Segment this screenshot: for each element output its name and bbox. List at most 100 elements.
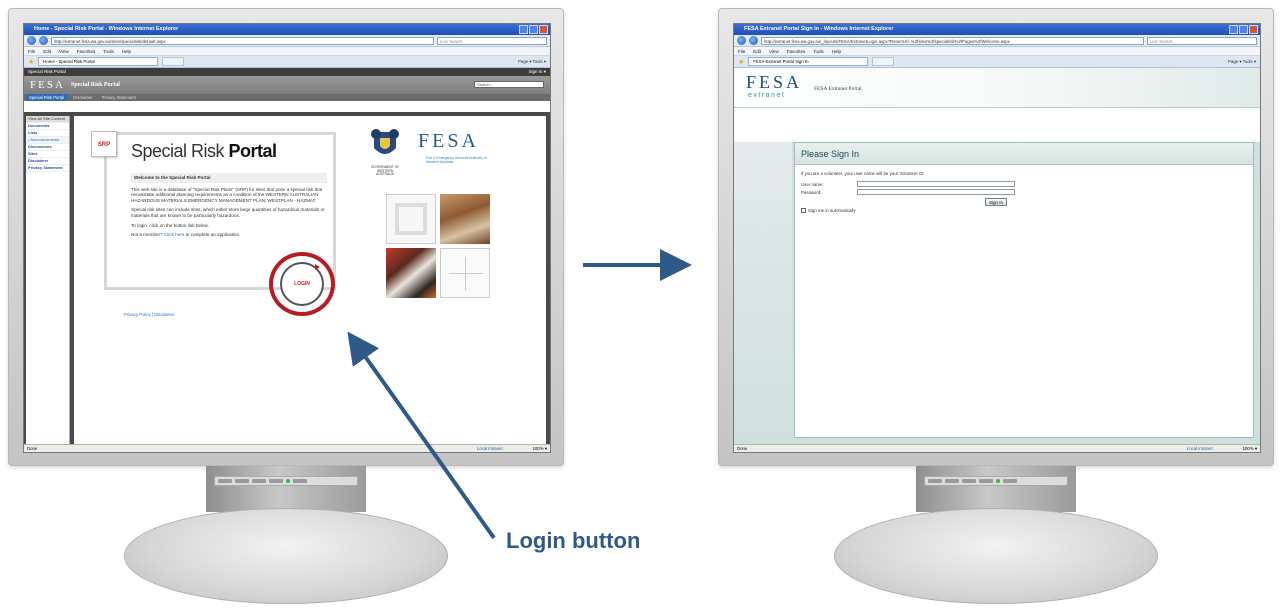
site-top-title: Special Risk Portal [28, 69, 66, 74]
login-highlight-ring [269, 252, 335, 316]
menu-favorites[interactable]: Favorites [787, 47, 806, 55]
tab-row: ★ Home - Special Risk Portal Page ▾ Tool… [24, 56, 550, 68]
menu-favorites[interactable]: Favorites [77, 47, 96, 55]
nav-tab-privacy[interactable]: Privacy Statement [99, 94, 139, 101]
wa-crest-icon [371, 129, 399, 154]
browser-tab[interactable]: Home - Special Risk Portal [38, 57, 159, 66]
new-tab-button[interactable] [162, 57, 185, 66]
menu-tools[interactable]: Tools [103, 47, 114, 55]
status-bar: Done Local intranet 100% ▾ [24, 444, 550, 452]
menu-help[interactable]: Help [832, 47, 841, 55]
status-text: Done [27, 446, 38, 451]
sidebar-item-discussions[interactable]: Discussions [26, 144, 69, 151]
new-tab-button[interactable] [872, 57, 895, 66]
sidebar-item-documents[interactable]: Documents [26, 123, 69, 130]
sign-in-link[interactable]: Sign In ▾ [528, 68, 546, 76]
zoom-level[interactable]: 100% ▾ [1243, 445, 1257, 452]
address-row: http://extranet.fesa.wa.gov.au/sites/spe… [24, 35, 550, 47]
command-bar[interactable]: Page ▾ Tools ▾ [1228, 59, 1256, 65]
close-button[interactable] [1249, 25, 1258, 34]
nav-tab-special-risk-portal[interactable]: Special Risk Portal [26, 94, 68, 101]
live-search-input[interactable]: Live Search [1147, 36, 1257, 45]
member-paragraph: Not a member? Click here to complete an … [131, 232, 327, 238]
portal-title: Special Risk Portal [131, 141, 277, 162]
maximize-button[interactable] [1239, 25, 1248, 34]
monitor-buttons [924, 476, 1068, 486]
username-row: User name: [801, 181, 1247, 187]
minimize-button[interactable] [519, 25, 528, 34]
sidebar-item-disclaimer[interactable]: Disclaimer [26, 158, 69, 165]
menu-edit[interactable]: Edit [43, 47, 51, 55]
footer-links[interactable]: Privacy Policy | Disclaimer [124, 312, 174, 317]
zoom-level[interactable]: 100% ▾ [533, 445, 547, 452]
close-button[interactable] [539, 25, 548, 34]
image-tile-photo-figures [440, 194, 490, 244]
fesa-logo-subtitle: Fire & Emergency Services Authority of W… [426, 156, 487, 164]
extranet-left-panel [734, 142, 792, 444]
username-label: User name: [801, 181, 824, 187]
menu-help[interactable]: Help [122, 47, 131, 55]
menu-tools[interactable]: Tools [813, 47, 824, 55]
remember-checkbox[interactable] [801, 208, 806, 213]
left-screen: Home - Special Risk Portal - Windows Int… [23, 23, 551, 453]
sidebar-item-privacy[interactable]: Privacy Statement [26, 165, 69, 172]
extranet-logo: FESA [746, 72, 803, 92]
menu-view[interactable]: View [59, 47, 69, 55]
address-bar[interactable]: http://extranet.fesa.wa.gov.au/sites/spe… [51, 36, 434, 45]
password-label: Password: [801, 189, 822, 195]
monitor-bezel: FESA Extranet Portal Sign In - Windows I… [718, 8, 1274, 466]
sidebar-item-sites[interactable]: Sites [26, 151, 69, 158]
monitor-stand-base [834, 508, 1158, 604]
sidebar-item-lists[interactable]: Lists [26, 130, 69, 137]
menu-bar: File Edit View Favorites Tools Help [734, 47, 1260, 56]
minimize-button[interactable] [1229, 25, 1238, 34]
menu-file[interactable]: File [28, 47, 35, 55]
sidebar-item-announcements[interactable]: • Announcements [26, 137, 69, 144]
live-search-input[interactable]: Live Search [437, 36, 547, 45]
extranet-body: Please Sign In If you are a volunteer, y… [734, 142, 1260, 444]
forward-button[interactable] [749, 36, 758, 45]
nav-tab-disclaimer[interactable]: Disclaimer [70, 94, 96, 101]
monitor-bezel: Home - Special Risk Portal - Windows Int… [8, 8, 564, 466]
address-row: http://extranet.fesa.wa.gov.au/_layouts/… [734, 35, 1260, 47]
srp-badge: SRP [91, 131, 117, 157]
stage: Home - Special Risk Portal - Windows Int… [0, 0, 1282, 608]
sign-in-button[interactable]: Sign In [985, 198, 1008, 206]
forward-button[interactable] [39, 36, 48, 45]
back-button[interactable] [27, 36, 36, 45]
username-field[interactable] [857, 181, 1015, 187]
member-suffix: to complete an application. [184, 232, 241, 238]
favorites-star-icon[interactable]: ★ [28, 58, 34, 66]
password-field[interactable] [857, 189, 1015, 195]
browser-tab[interactable]: FESA Extranet Portal Sign In [748, 57, 869, 66]
menu-file[interactable]: File [738, 47, 745, 55]
site-search-input[interactable]: Search... [474, 81, 544, 88]
sign-in-heading: Please Sign In [795, 143, 1253, 165]
sidebar-view-all[interactable]: View All Site Content [26, 116, 69, 123]
status-zone: Local intranet [476, 446, 503, 451]
intro-paragraph: This web site is a database of "Special … [131, 186, 323, 203]
menu-edit[interactable]: Edit [753, 47, 761, 55]
menu-view[interactable]: View [769, 47, 779, 55]
password-row: Password: [801, 189, 1247, 195]
portal-text: Welcome to the Special Risk Portal This … [131, 173, 327, 242]
address-bar[interactable]: http://extranet.fesa.wa.gov.au/_layouts/… [761, 36, 1144, 45]
welcome-heading: Welcome to the Special Risk Portal [131, 173, 327, 183]
maximize-button[interactable] [529, 25, 538, 34]
window-controls [1229, 25, 1258, 34]
site-nav: Special Risk Portal Disclaimer Privacy S… [24, 94, 550, 101]
left-monitor: Home - Special Risk Portal - Windows Int… [8, 8, 564, 604]
remember-label: Sign me in automatically [808, 208, 856, 213]
back-button[interactable] [737, 36, 746, 45]
remember-row: Sign me in automatically [801, 208, 1247, 213]
crest-caption: GOVERNMENT OF WESTERN AUSTRALIA [370, 165, 400, 177]
window-titlebar: Home - Special Risk Portal - Windows Int… [24, 24, 550, 35]
login-callout: Login button [506, 528, 641, 553]
volunteer-note: If you are a volunteer, your user name w… [801, 171, 924, 176]
sign-in-panel: Please Sign In If you are a volunteer, y… [794, 142, 1254, 438]
favorites-star-icon[interactable]: ★ [738, 58, 744, 66]
click-here-link[interactable]: Click here [164, 232, 184, 237]
monitor-neck [206, 466, 366, 512]
command-bar[interactable]: Page ▾ Tools ▾ [518, 59, 546, 65]
brand-logo: FESA [30, 79, 65, 91]
